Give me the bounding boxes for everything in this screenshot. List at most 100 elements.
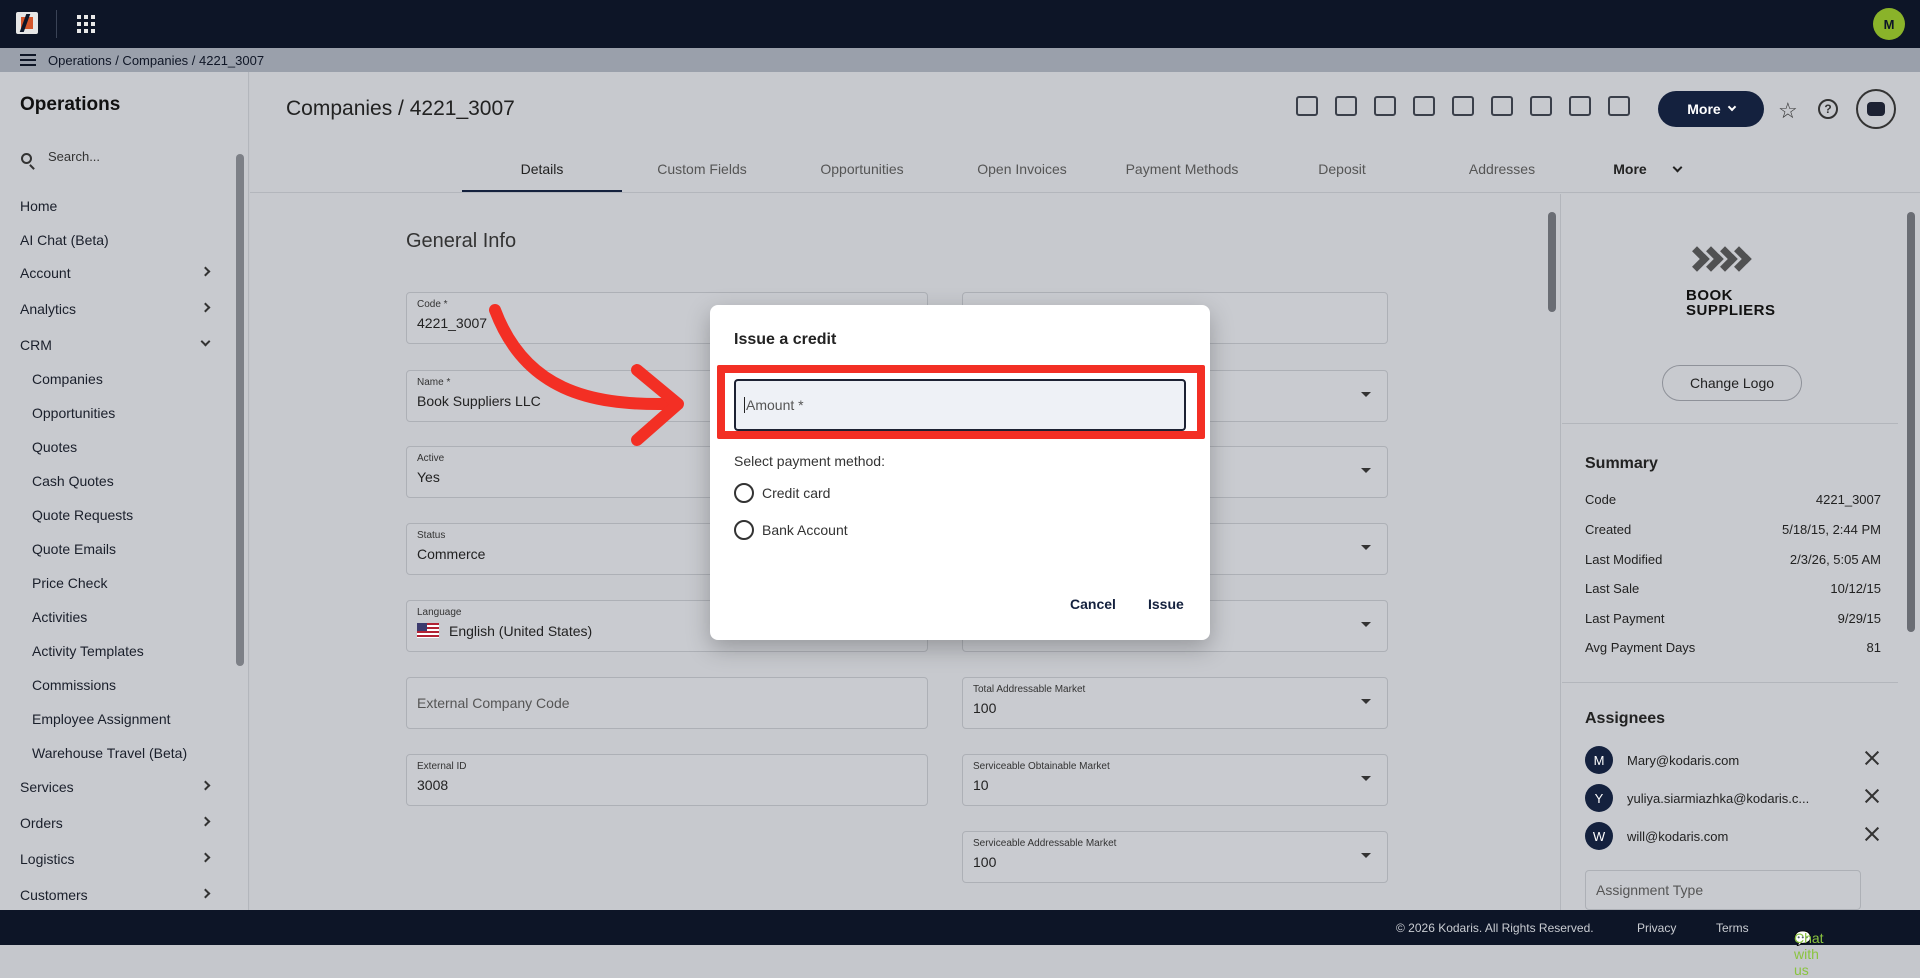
annotation-arrow [489, 304, 684, 446]
bot-assistant-icon[interactable] [1856, 89, 1896, 129]
person-add-icon[interactable] [1530, 96, 1552, 116]
copyright-text: © 2026 Kodaris. All Rights Reserved. [1396, 921, 1594, 935]
sidebar-item-ai-chat[interactable]: AI Chat (Beta) [20, 232, 215, 248]
summary-value: 9/29/15 [1837, 611, 1881, 626]
help-icon[interactable]: ? [1818, 99, 1838, 119]
sidebar-item-label: Logistics [20, 851, 75, 867]
card-check-icon[interactable] [1374, 96, 1396, 116]
star-icon[interactable]: ☆ [1778, 98, 1798, 124]
summary-row: Last Sale 10/12/15 [1585, 581, 1881, 596]
document-add-icon[interactable] [1569, 96, 1591, 116]
remove-assignee-icon[interactable] [1863, 825, 1881, 843]
external-id-field[interactable]: External ID 3008 [406, 754, 928, 806]
content-scrollbar[interactable] [1548, 212, 1556, 312]
amount-input[interactable]: Amount * [734, 379, 1186, 431]
sidebar-item-activities[interactable]: Activities [32, 609, 227, 625]
chevron-right-icon [200, 266, 211, 277]
cancel-button[interactable]: Cancel [1070, 596, 1116, 612]
sidebar-item-home[interactable]: Home [20, 198, 215, 214]
monitor-add-icon[interactable] [1491, 96, 1513, 116]
tab-opportunities[interactable]: Opportunities [782, 161, 942, 177]
sidebar-item-account[interactable]: Account [20, 265, 215, 281]
logo-text-line: SUPPLIERS [1686, 302, 1776, 319]
tab-payment-methods[interactable]: Payment Methods [1102, 161, 1262, 177]
sidebar-item-price-check[interactable]: Price Check [32, 575, 227, 591]
assignee-email: will@kodaris.com [1627, 828, 1729, 844]
privacy-link[interactable]: Privacy [1637, 921, 1676, 935]
summary-row: Last Modified 2/3/26, 5:05 AM [1585, 552, 1881, 567]
field-label: Serviceable Addressable Market [973, 838, 1117, 849]
change-logo-button[interactable]: Change Logo [1662, 365, 1802, 401]
field-label: Code * [417, 299, 448, 310]
serviceable-addressable-market-field[interactable]: Serviceable Addressable Market 100 [962, 831, 1388, 883]
mail-icon[interactable] [1335, 96, 1357, 116]
chevron-right-icon [200, 888, 211, 899]
sidebar-item-companies[interactable]: Companies [32, 371, 227, 387]
sidebar-item-logistics[interactable]: Logistics [20, 851, 215, 867]
sidebar-item-activity-templates[interactable]: Activity Templates [32, 643, 227, 659]
radio-button[interactable] [734, 520, 754, 540]
tab-custom-fields[interactable]: Custom Fields [622, 161, 782, 177]
radio-label: Bank Account [762, 522, 848, 538]
gift-card-icon[interactable] [1413, 96, 1435, 116]
sidebar-item-warehouse-travel[interactable]: Warehouse Travel (Beta) [32, 745, 227, 761]
field-label: Language [417, 607, 462, 618]
sidebar-scrollbar[interactable] [236, 154, 244, 666]
total-addressable-market-field[interactable]: Total Addressable Market 100 [962, 677, 1388, 729]
radio-button[interactable] [734, 483, 754, 503]
us-flag-icon [417, 623, 439, 638]
tab-open-invoices[interactable]: Open Invoices [942, 161, 1102, 177]
tab-details[interactable]: Details [462, 161, 622, 177]
summary-value: 10/12/15 [1830, 581, 1881, 596]
sidebar-item-label: Customers [20, 887, 88, 903]
sidebar-item-analytics[interactable]: Analytics [20, 301, 215, 317]
tab-deposit[interactable]: Deposit [1262, 161, 1422, 177]
field-value: 3008 [417, 777, 449, 793]
annotation-arrow-shaft [489, 304, 671, 411]
sidebar-item-quote-requests[interactable]: Quote Requests [32, 507, 227, 523]
summary-value: 2/3/26, 5:05 AM [1789, 552, 1881, 567]
assignee-email: yuliya.siarmiazhka@kodaris.c... [1627, 790, 1810, 806]
external-company-code-field[interactable]: External Company Code [406, 677, 928, 729]
field-label: Name * [417, 377, 451, 388]
remove-assignee-icon[interactable] [1863, 749, 1881, 767]
divider [1562, 682, 1898, 683]
sidebar-item-orders[interactable]: Orders [20, 815, 215, 831]
sidebar-item-cash-quotes[interactable]: Cash Quotes [32, 473, 227, 489]
tab-more[interactable]: More [1590, 161, 1670, 177]
tab-addresses[interactable]: Addresses [1422, 161, 1582, 177]
user-avatar[interactable]: M [1873, 8, 1905, 40]
hamburger-menu-icon[interactable] [20, 54, 36, 66]
breadcrumb[interactable]: Operations / Companies / 4221_3007 [48, 53, 264, 68]
logo-text-line: BOOK [1686, 287, 1733, 304]
chevron-right-icon [200, 302, 211, 313]
search-input[interactable]: Search... [48, 149, 100, 164]
sidebar-item-crm[interactable]: CRM [20, 336, 215, 353]
apps-grid-icon[interactable] [77, 15, 95, 33]
building-add-icon[interactable] [1452, 96, 1474, 116]
sidebar-item-opportunities[interactable]: Opportunities [32, 405, 227, 421]
terms-link[interactable]: Terms [1716, 921, 1749, 935]
sidebar-item-quote-emails[interactable]: Quote Emails [32, 541, 227, 557]
remove-assignee-icon[interactable] [1863, 787, 1881, 805]
paperclip-icon[interactable] [1608, 96, 1630, 116]
cloud-lock-icon[interactable] [1296, 96, 1318, 116]
serviceable-obtainable-market-field[interactable]: Serviceable Obtainable Market 10 [962, 754, 1388, 806]
dropdown-arrow-icon [1361, 776, 1371, 781]
kodaris-logo-icon[interactable] [16, 12, 38, 34]
sidebar-item-services[interactable]: Services [20, 779, 215, 795]
sidebar-item-commissions[interactable]: Commissions [32, 677, 227, 693]
issue-button[interactable]: Issue [1148, 596, 1184, 612]
summary-row: Code 4221_3007 [1585, 492, 1881, 507]
assignment-type-select[interactable]: Assignment Type [1585, 870, 1861, 910]
dropdown-arrow-icon [1361, 468, 1371, 473]
chevron-right-icon [200, 816, 211, 827]
sidebar-item-employee-assignment[interactable]: Employee Assignment [32, 711, 227, 727]
right-panel-scrollbar[interactable] [1907, 212, 1915, 632]
more-button[interactable]: More [1658, 91, 1764, 127]
sidebar-item-quotes[interactable]: Quotes [32, 439, 227, 455]
bank-account-option[interactable]: Bank Account [734, 520, 848, 540]
credit-card-option[interactable]: Credit card [734, 483, 830, 503]
avatar: M [1585, 746, 1613, 774]
sidebar-item-customers[interactable]: Customers [20, 887, 215, 903]
